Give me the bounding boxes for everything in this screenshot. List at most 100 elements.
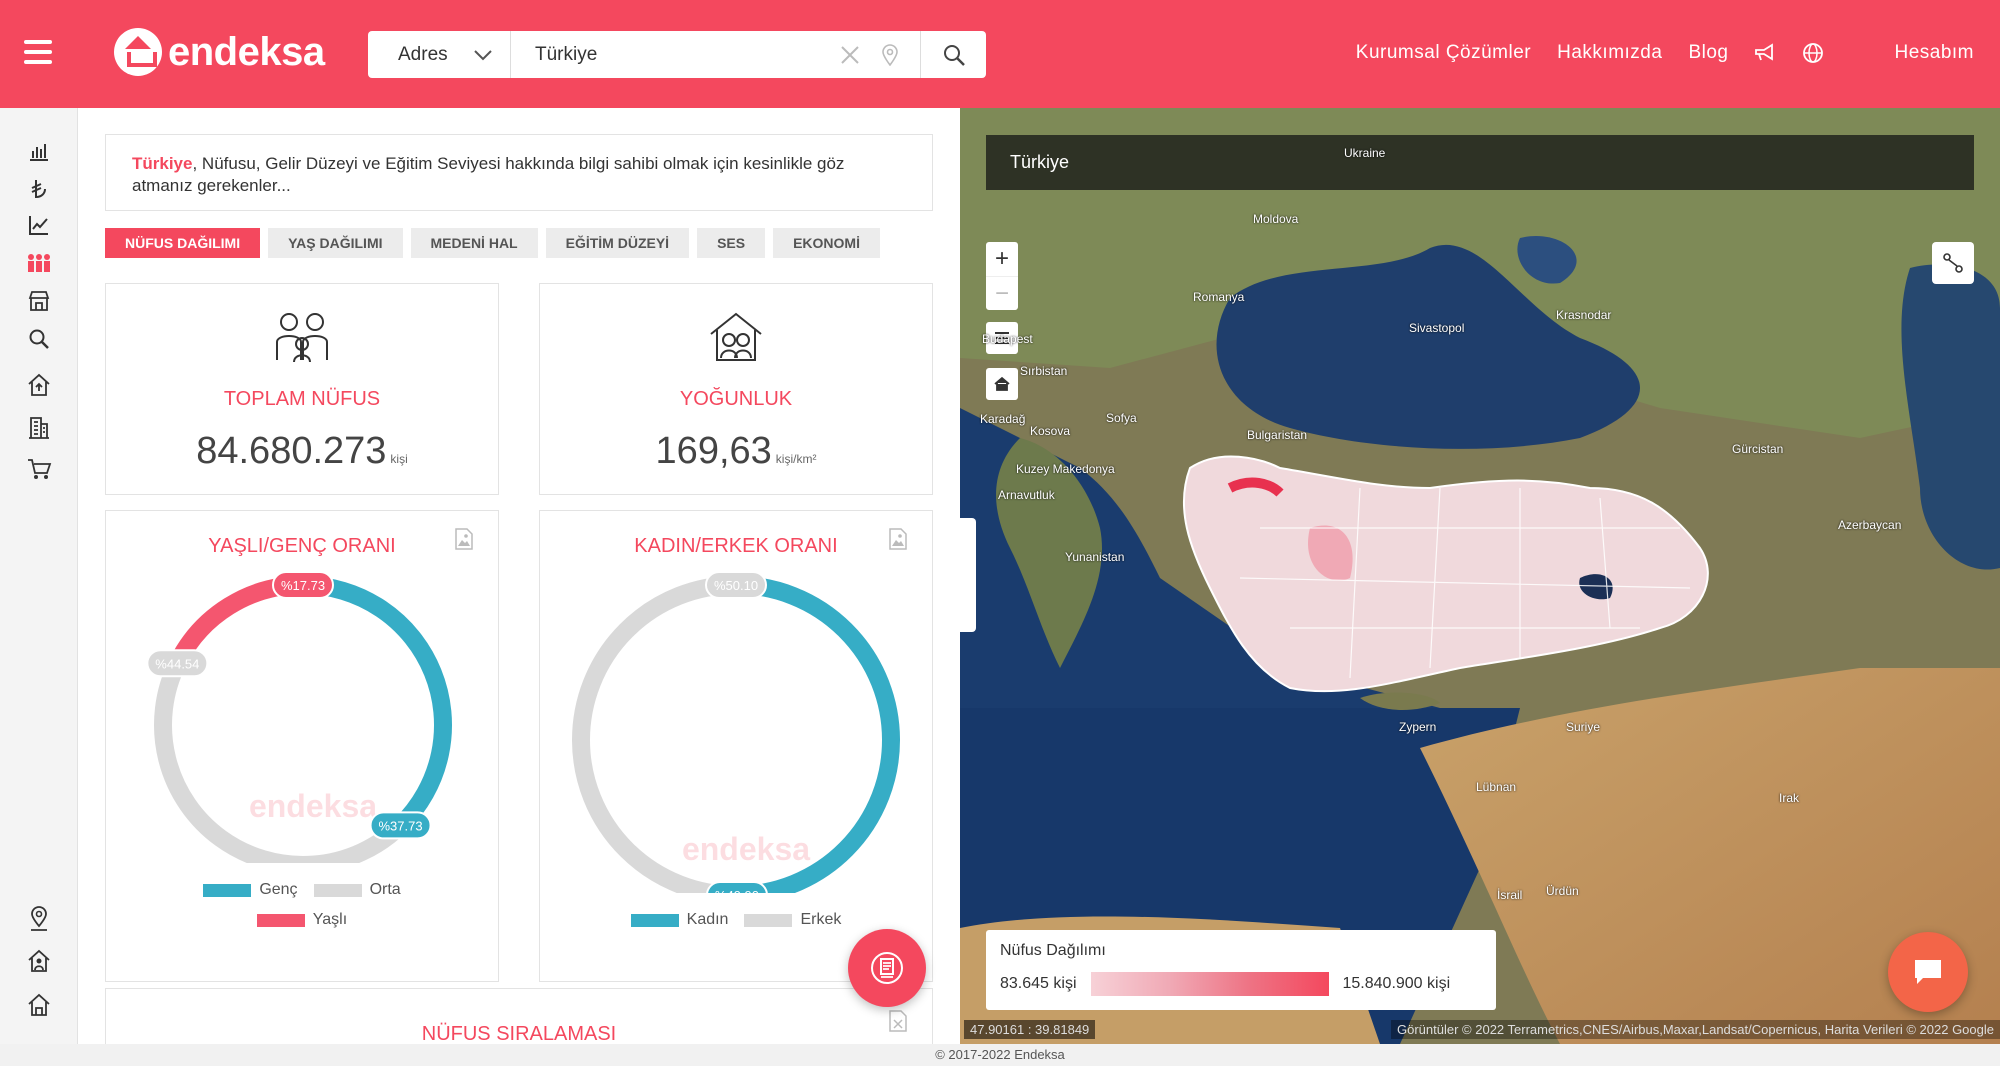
clear-icon[interactable] [840,45,860,65]
legend-kadin: Kadın [630,911,728,929]
gender-ratio-title: KADIN/ERKEK ORANI [634,535,838,557]
menu-icon[interactable] [24,40,52,64]
search-icon [943,44,965,66]
house-icon[interactable] [24,990,54,1020]
map-legend-gradient [1090,972,1329,996]
excel-download-icon[interactable] [886,1009,910,1033]
home-view-button[interactable] [986,368,1018,400]
map-label: Irak [1779,791,1800,805]
map-legend-min: 83.645 kişi [1000,975,1077,992]
density-value: 169,63 [655,430,772,472]
route-icon [1943,253,1963,273]
satellite-map [960,108,2000,1044]
intro-place[interactable]: Türkiye [132,154,192,173]
population-card: TOPLAM NÜFUS 84.680.273 kişi [105,283,499,495]
family-icon [276,313,328,363]
route-button[interactable] [1932,242,1974,284]
report-button[interactable] [848,929,926,1007]
gender-ratio-card: KADIN/ERKEK ORANI endeksa %49.90 %50.10 Ka… [539,510,933,982]
logo-mark-icon [114,28,162,76]
age-ratio-card: YAŞLI/GENÇ ORANI endeksa %37.73 %44.54 %17.… [105,510,499,982]
house-person-icon[interactable] [24,946,54,976]
tab-bar: NÜFUS DAĞILIMI YAŞ DAĞILIMI MEDENİ HAL E… [105,228,880,258]
donut-label: %44.54 [146,649,209,678]
location-pin-icon[interactable] [882,43,898,66]
image-download-icon[interactable] [452,527,476,551]
map-label: Moldova [1253,212,1299,226]
home-up-icon[interactable] [24,370,54,400]
tab-medeni-hal[interactable]: MEDENİ HAL [410,228,538,258]
map-label: Zypern [1399,720,1437,734]
search-type-select[interactable]: Adres [368,31,511,78]
age-ratio-legend: Genç Orta Yaşlı [106,881,498,941]
map-search-text: Türkiye [1010,152,1070,172]
panel-resize-handle[interactable] [960,518,976,632]
zoom-in-button[interactable]: + [986,242,1018,276]
people-icon[interactable] [24,248,54,278]
map-label: Budapest [982,332,1033,346]
cursor-coords: 47.90161 : 39.81849 [964,1020,1096,1039]
donut-label: %49.90 [706,881,768,893]
tab-yas-dagilimi[interactable]: YAŞ DAĞILIMI [268,228,403,258]
tab-nufus-dagilimi[interactable]: NÜFUS DAĞILIMI [105,228,261,258]
store-icon[interactable] [24,286,54,316]
image-download-icon[interactable] [886,527,910,551]
map-label: Bulgaristan [1247,428,1308,442]
density-value-row: 169,63 kişi/km² [540,430,932,473]
logo-text: endeksa [168,29,325,74]
lira-icon[interactable] [24,174,54,204]
zoom-out-button[interactable]: − [986,276,1018,310]
density-title: YOĞUNLUK [679,388,793,410]
nav-blog[interactable]: Blog [1688,42,1728,64]
search-input[interactable] [511,31,840,78]
nav-kurumsal[interactable]: Kurumsal Çözümler [1356,42,1531,64]
donut-label: %50.10 [705,571,767,599]
map-label: Kosova [1030,424,1071,438]
donut-label: %37.73 [369,811,432,840]
line-chart-icon[interactable] [24,210,54,240]
age-ratio-donut: endeksa%37.73 %44.54 %17.73 [146,571,452,863]
tab-egitim-duzeyi[interactable]: EĞİTİM DÜZEYİ [545,228,690,258]
svg-text:%49.90: %49.90 [715,888,759,893]
map-search-bar[interactable]: Türkiye [986,135,1974,190]
report-icon [871,952,903,984]
population-ranking-card: NÜFUS SIRALAMASI [105,988,933,1044]
zoom-control: + − [986,242,1018,310]
tab-ses[interactable]: SES [697,228,766,258]
logo[interactable]: endeksa [114,28,325,76]
chat-icon [1915,960,1941,984]
cart-icon[interactable] [24,454,54,484]
svg-text:%37.73: %37.73 [379,818,423,833]
map-legend: Nüfus Dağılımı 83.645 kişi 15.840.900 ki… [986,930,1496,1010]
account-link[interactable]: Hesabım [1894,42,1974,64]
map-label: Sofya [1106,411,1137,425]
sidebar [0,108,78,1044]
population-value-row: 84.680.273 kişi [106,430,498,473]
house-family-icon [710,312,762,361]
pin-icon[interactable] [24,904,54,934]
search-icon[interactable] [24,324,54,354]
nav-hakkimizda[interactable]: Hakkımızda [1557,42,1662,64]
map-legend-max: 15.840.900 kişi [1342,975,1451,992]
search-box: Adres [368,31,986,78]
map-label: Arnavutluk [998,488,1055,502]
intro-box: Türkiye, Nüfusu, Gelir Düzeyi ve Eğitim … [105,134,933,211]
tab-ekonomi[interactable]: EKONOMİ [773,228,880,258]
map-view[interactable]: Türkiye + − Moldova Romanya Bulgaristan … [960,108,2000,1044]
map-label: Suriye [1566,720,1601,734]
map-label: Lübnan [1476,780,1517,794]
population-value: 84.680.273 [196,430,387,472]
megaphone-icon[interactable] [1754,43,1776,63]
svg-text:%17.73: %17.73 [281,578,325,593]
map-label: Sırbistan [1020,364,1068,378]
bar-chart-icon[interactable] [24,136,54,166]
building-icon[interactable] [24,412,54,442]
chat-button[interactable] [1888,932,1968,1012]
map-label: Karadağ [980,412,1026,426]
search-button[interactable] [920,31,986,78]
chart-watermark: endeksa [249,788,377,824]
globe-icon[interactable] [1802,42,1824,64]
population-unit: kişi [390,452,408,466]
donut-slice-orta[interactable] [154,659,407,863]
map-label: Romanya [1193,290,1245,304]
